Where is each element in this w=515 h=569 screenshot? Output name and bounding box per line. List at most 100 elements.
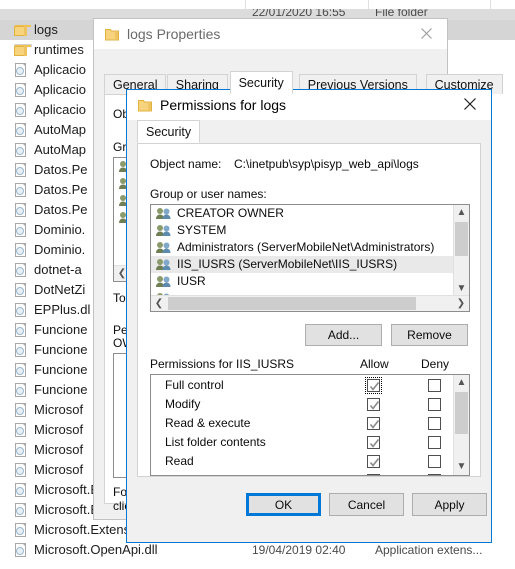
column-separator[interactable] xyxy=(490,0,491,9)
permissions-tab-body: Object name: C:\inetpub\syp\pisyp_web_ap… xyxy=(137,143,481,477)
allow-checkbox[interactable] xyxy=(367,398,380,411)
allow-checkbox[interactable] xyxy=(367,436,380,449)
scroll-right-icon[interactable]: ❯ xyxy=(453,296,469,311)
explorer-file-name: runtimes xyxy=(34,42,84,57)
group-list-hscrollbar[interactable]: ❮ ❯ xyxy=(151,295,469,311)
users-icon xyxy=(155,241,172,254)
group-list-item-label: IIS_IUSRS (ServerMobileNet\IIS_IUSRS) xyxy=(177,257,398,271)
group-or-user-names-label: Group or user names: xyxy=(150,187,267,201)
explorer-file-name: Funcione xyxy=(34,342,88,357)
deny-checkbox[interactable] xyxy=(428,398,441,411)
folder-icon xyxy=(138,98,152,112)
cancel-button-label: Cancel xyxy=(347,497,386,512)
tab-security[interactable]: Security xyxy=(229,71,293,94)
permission-name: Modify xyxy=(165,397,201,411)
deny-column-header: Deny xyxy=(421,357,450,371)
explorer-file-name: Microsof xyxy=(34,422,84,437)
permission-row-partial[interactable] xyxy=(151,471,453,475)
users-icon xyxy=(155,275,172,288)
permission-row[interactable]: List folder contents xyxy=(151,433,453,452)
allow-checkbox[interactable] xyxy=(367,455,380,468)
apply-button[interactable]: Apply xyxy=(412,493,487,516)
properties-footer-label: Fo xyxy=(113,485,128,499)
scrollbar-thumb[interactable] xyxy=(168,297,416,310)
deny-checkbox[interactable] xyxy=(428,417,441,430)
explorer-row[interactable]: Microsoft.OpenApi.dll 19/04/2019 02:40 App… xyxy=(0,540,515,560)
explorer-file-name: Microsof xyxy=(34,462,84,477)
scrollbar-thumb[interactable] xyxy=(455,392,468,434)
group-or-user-names-list[interactable]: CREATOR OWNER SYSTEM Administrators (Serve… xyxy=(150,204,470,312)
users-icon xyxy=(155,258,172,271)
group-list-item[interactable]: CREATOR OWNER xyxy=(151,205,453,222)
deny-checkbox[interactable] xyxy=(428,379,441,392)
permissions-for-logs-dialog[interactable]: Permissions for logs Security Object nam… xyxy=(126,89,492,543)
permissions-grid[interactable]: Full control Modify Read & execute List fol… xyxy=(150,374,470,476)
add-button-label: Add... xyxy=(327,328,360,342)
close-icon[interactable] xyxy=(449,90,491,118)
permission-row[interactable]: Modify xyxy=(151,395,453,414)
explorer-file-name: Dominio. xyxy=(34,242,86,257)
tab-label: Security xyxy=(238,76,284,90)
remove-button[interactable]: Remove xyxy=(391,324,468,346)
allow-checkbox[interactable] xyxy=(367,417,380,430)
allow-checkbox[interactable] xyxy=(365,377,382,394)
users-icon xyxy=(155,224,172,237)
group-list-item-label: CREATOR OWNER xyxy=(177,206,284,220)
folder-icon xyxy=(105,27,119,41)
scroll-down-icon[interactable]: ▼ xyxy=(454,459,469,475)
ok-button-label: OK xyxy=(274,497,293,512)
group-list-item-label: IUSR xyxy=(177,274,206,288)
explorer-file-name: Aplicacio xyxy=(34,62,87,77)
properties-title-bar[interactable]: logs Properties xyxy=(94,19,447,49)
explorer-file-name: logs xyxy=(34,22,58,37)
tab-security[interactable]: Security xyxy=(137,120,201,143)
allow-checkbox[interactable] xyxy=(367,474,380,475)
add-button[interactable]: Add... xyxy=(305,324,382,346)
users-icon xyxy=(155,207,172,220)
apply-button-label: Apply xyxy=(434,497,465,512)
explorer-file-name: AutoMap xyxy=(34,142,87,157)
deny-checkbox[interactable] xyxy=(428,436,441,449)
scrollbar-thumb[interactable] xyxy=(455,222,468,256)
explorer-file-name: Funcione xyxy=(34,362,88,377)
explorer-file-name: Funcione xyxy=(34,382,88,397)
permissions-title-text: Permissions for logs xyxy=(160,97,287,113)
explorer-file-name: DotNetZi xyxy=(34,282,86,297)
explorer-file-name: Datos.Pe xyxy=(34,182,88,197)
explorer-file-name: Datos.Pe xyxy=(34,202,88,217)
scroll-left-icon[interactable]: ❮ xyxy=(151,296,167,311)
properties-title-text: logs Properties xyxy=(127,26,221,42)
permissions-tab-strip[interactable]: Security xyxy=(137,120,481,143)
permission-row[interactable]: Read xyxy=(151,452,453,471)
deny-checkbox[interactable] xyxy=(428,455,441,468)
explorer-file-name: Funcione xyxy=(34,322,88,337)
permission-row[interactable]: Read & execute xyxy=(151,414,453,433)
explorer-file-type: Application extens... xyxy=(375,543,483,557)
object-name-label: Object name: xyxy=(150,157,222,171)
permission-row[interactable]: Full control xyxy=(151,376,453,395)
permissions-title-bar[interactable]: Permissions for logs xyxy=(127,90,491,120)
tab-security-label: Security xyxy=(146,125,192,139)
permission-name: Read & execute xyxy=(165,416,251,430)
scroll-up-icon[interactable]: ▲ xyxy=(454,375,469,391)
group-list-item[interactable]: Administrators (ServerMobileNet\Administ… xyxy=(151,239,453,256)
cancel-button[interactable]: Cancel xyxy=(329,493,404,516)
group-list-item[interactable]: SYSTEM xyxy=(151,222,453,239)
explorer-file-name: Microsoft.OpenApi.dll xyxy=(34,542,158,557)
permission-name: List folder contents xyxy=(165,435,266,449)
permissions-grid-vscrollbar[interactable]: ▲ ▼ xyxy=(453,375,469,475)
scroll-up-icon[interactable]: ▲ xyxy=(454,205,469,221)
explorer-file-name: Microsof xyxy=(34,442,84,457)
explorer-file-date: 19/04/2019 02:40 xyxy=(252,543,346,557)
explorer-file-name: Datos.Pe xyxy=(34,162,88,177)
close-icon[interactable] xyxy=(405,19,447,47)
column-separator[interactable] xyxy=(245,0,246,9)
group-list-item[interactable]: IUSR xyxy=(151,273,453,290)
group-list-item[interactable]: IIS_IUSRS (ServerMobileNet\IIS_IUSRS) xyxy=(151,256,453,273)
explorer-file-name: Aplicacio xyxy=(34,82,87,97)
column-separator[interactable] xyxy=(368,0,369,9)
ok-button[interactable]: OK xyxy=(246,493,321,516)
remove-button-label: Remove xyxy=(407,328,452,342)
group-list-vscrollbar[interactable]: ▲ ▼ xyxy=(453,205,469,297)
deny-checkbox[interactable] xyxy=(428,474,441,475)
